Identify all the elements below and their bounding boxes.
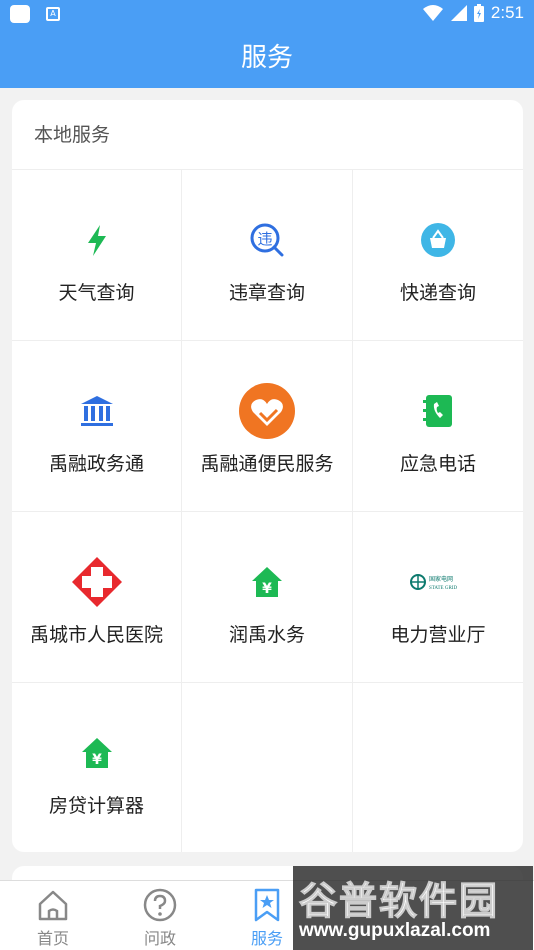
service-label: 天气查询 bbox=[58, 282, 135, 304]
service-label: 电力营业厅 bbox=[390, 624, 486, 646]
svg-text:¥: ¥ bbox=[92, 752, 102, 768]
logo-cn-text: 国家电网 bbox=[429, 575, 453, 583]
tab-label: 服务 bbox=[250, 929, 283, 948]
section-title: 本地服务 bbox=[12, 100, 523, 170]
watermark-title: 谷普软件园 bbox=[298, 879, 500, 924]
tab-home[interactable]: 首页 bbox=[18, 887, 88, 949]
service-mortgage-calculator[interactable]: ¥ 房贷计算器 bbox=[12, 683, 182, 852]
services-grid: 天气查询 违 违章查询 快递查询 禹融政务通 禹融通便民服务 应急电话 禹城市人… bbox=[12, 170, 523, 852]
service-convenience[interactable]: 禹融通便民服务 bbox=[182, 341, 353, 512]
page-title: 服务 bbox=[0, 28, 534, 88]
service-gov[interactable]: 禹融政务通 bbox=[12, 341, 182, 512]
service-label: 禹城市人民医院 bbox=[29, 624, 163, 646]
government-building-icon bbox=[67, 381, 127, 441]
house-yen-icon: ¥ bbox=[237, 552, 297, 612]
empty-cell bbox=[182, 683, 353, 852]
service-label: 禹融政务通 bbox=[48, 453, 144, 475]
service-label: 违章查询 bbox=[228, 282, 305, 304]
status-time: 2:51 bbox=[490, 3, 524, 22]
app-icon bbox=[10, 5, 30, 23]
signal-icon bbox=[450, 5, 467, 21]
tab-inquiry[interactable]: 问政 bbox=[125, 887, 195, 949]
local-services-card: 本地服务 天气查询 违 违章查询 快递查询 禹融政务通 禹融通便民服务 应急电话… bbox=[12, 100, 523, 852]
svg-text:¥: ¥ bbox=[262, 581, 272, 597]
logo-en-text: STATE GRID bbox=[429, 586, 457, 591]
service-label: 房贷计算器 bbox=[48, 795, 144, 817]
state-grid-logo-icon: 国家电网 STATE GRID bbox=[408, 552, 468, 612]
status-bar: A 2:51 bbox=[0, 0, 534, 28]
svg-text:违: 违 bbox=[257, 230, 272, 248]
bookmark-star-icon bbox=[254, 888, 280, 922]
a-notification-icon: A bbox=[46, 7, 60, 21]
wifi-icon bbox=[422, 5, 443, 21]
lightning-icon bbox=[67, 210, 127, 270]
service-weather[interactable]: 天气查询 bbox=[12, 170, 182, 341]
watermark: 谷普软件园 www.gupuxlazal.com bbox=[293, 866, 533, 950]
service-violation[interactable]: 违 违章查询 bbox=[182, 170, 353, 341]
violation-search-icon: 违 bbox=[237, 210, 297, 270]
service-label: 润禹水务 bbox=[228, 624, 305, 646]
service-label: 快递查询 bbox=[399, 282, 476, 304]
hospital-cross-icon bbox=[67, 552, 127, 612]
phone-book-icon bbox=[408, 381, 468, 441]
service-label: 应急电话 bbox=[399, 453, 476, 475]
tab-label: 问政 bbox=[143, 929, 176, 948]
empty-cell bbox=[353, 683, 523, 852]
parcel-icon bbox=[408, 210, 468, 270]
service-emergency-phone[interactable]: 应急电话 bbox=[353, 341, 523, 512]
service-label: 禹融通便民服务 bbox=[200, 453, 334, 475]
home-icon bbox=[38, 890, 68, 921]
service-water[interactable]: ¥ 润禹水务 bbox=[182, 512, 353, 683]
tab-services[interactable]: 服务 bbox=[232, 887, 302, 949]
question-icon bbox=[143, 888, 177, 922]
battery-icon bbox=[473, 4, 484, 22]
heart-hands-icon bbox=[237, 381, 297, 441]
tab-label: 首页 bbox=[36, 929, 69, 948]
service-power[interactable]: 国家电网 STATE GRID 电力营业厅 bbox=[353, 512, 523, 683]
service-express[interactable]: 快递查询 bbox=[353, 170, 523, 341]
house-yen-icon: ¥ bbox=[67, 723, 127, 783]
service-hospital[interactable]: 禹城市人民医院 bbox=[12, 512, 182, 683]
watermark-url: www.gupuxlazal.com bbox=[299, 920, 491, 941]
